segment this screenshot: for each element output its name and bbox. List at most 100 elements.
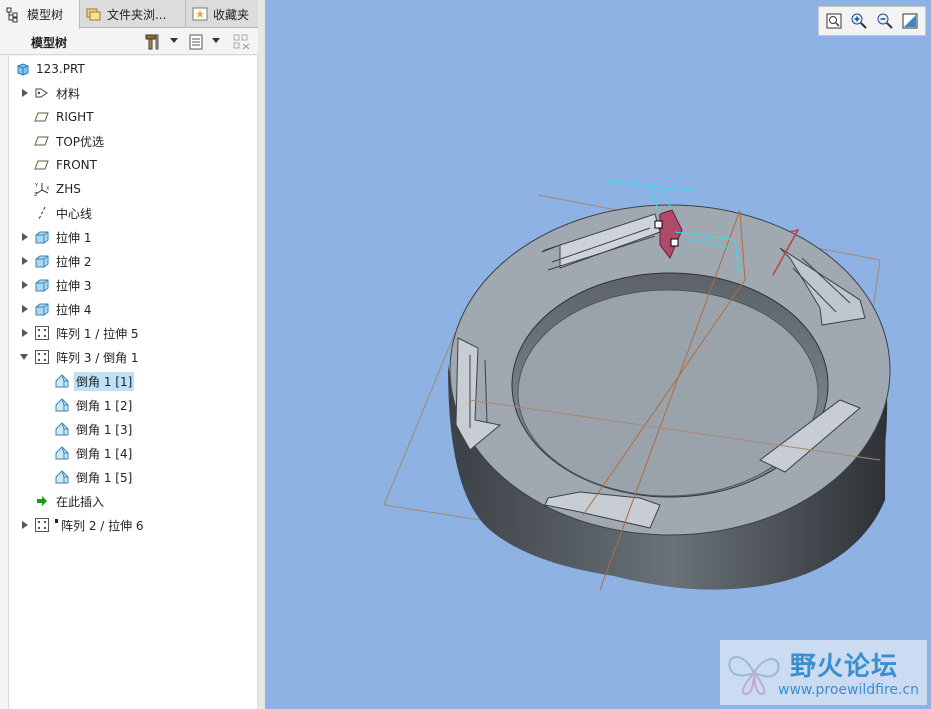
tree-item-chamfer-1-3[interactable]: 倒角 1 [3] (9, 418, 257, 440)
material-icon (35, 88, 48, 98)
repaint-button[interactable] (900, 10, 922, 32)
chamfer-icon (55, 446, 69, 460)
butterfly-logo-icon (728, 656, 780, 696)
tree-item-pattern-2[interactable]: 阵列 2 / 拉伸 6 (9, 514, 257, 536)
settings-caret-icon[interactable] (170, 38, 178, 43)
model-tree-panel: 模型树 文件夹浏... 收藏夹 模型树 123.PRT 材料 RIGHT TOP… (0, 0, 265, 709)
tree-item-right[interactable]: RIGHT (9, 106, 257, 128)
filter-button[interactable] (231, 31, 253, 53)
view-toolbar (818, 6, 926, 36)
drag-handle[interactable] (654, 220, 663, 229)
tree-item-label: RIGHT (56, 110, 94, 124)
tree-item-pattern-3[interactable]: 阵列 3 / 倒角 1 (9, 346, 257, 368)
chamfer-icon (55, 374, 69, 388)
tree-item-chamfer-1-4[interactable]: 倒角 1 [4] (9, 442, 257, 464)
part-icon (17, 63, 29, 76)
tree-item-extrude-1[interactable]: 拉伸 1 (9, 226, 257, 248)
tree-item-label: TOP优选 (56, 134, 105, 149)
panel-splitter[interactable] (258, 0, 265, 709)
expand-icon[interactable] (22, 233, 28, 241)
tree-item-label: 阵列 3 / 倒角 1 (56, 350, 139, 365)
expand-icon[interactable] (22, 305, 28, 313)
tree-item-extrude-3[interactable]: 拉伸 3 (9, 274, 257, 296)
pattern-icon (35, 326, 49, 340)
coordinate-system-icon: Y X Z (34, 183, 50, 197)
zoom-out-button[interactable] (874, 10, 896, 32)
tree-item-label: 拉伸 3 (56, 278, 92, 293)
tree-item-part[interactable]: 123.PRT (9, 58, 257, 80)
tab-favorites[interactable]: 收藏夹 (186, 0, 262, 28)
extrude-icon (35, 279, 49, 292)
tree-item-label: 拉伸 2 (56, 254, 92, 269)
tab-favorites-label: 收藏夹 (213, 7, 250, 22)
model-tree: 123.PRT 材料 RIGHT TOP优选 FRONT Y X Z ZHS 中… (8, 56, 258, 709)
tab-folder-browser[interactable]: 文件夹浏... (80, 0, 186, 28)
expand-icon[interactable] (22, 89, 28, 97)
tab-model-tree-label: 模型树 (27, 8, 64, 22)
svg-text:X: X (46, 186, 50, 192)
zoom-out-icon (877, 13, 893, 29)
expand-icon[interactable] (22, 329, 28, 337)
svg-text:Y: Y (34, 183, 39, 189)
tree-item-material[interactable]: 材料 (9, 82, 257, 104)
model-tree-toolbar: 模型树 (0, 29, 265, 55)
tree-item-label: 拉伸 4 (56, 302, 92, 317)
show-caret-icon[interactable] (212, 38, 220, 43)
zoom-fit-button[interactable] (823, 10, 845, 32)
tab-model-tree[interactable]: 模型树 (0, 0, 80, 29)
zoom-in-button[interactable] (849, 10, 871, 32)
tree-item-label: ZHS (56, 182, 81, 196)
tree-item-label: FRONT (56, 158, 97, 172)
show-button[interactable] (185, 31, 207, 53)
tree-item-label: 中心线 (56, 206, 93, 221)
suppressed-marker-icon (55, 519, 58, 523)
extrude-icon (35, 303, 49, 316)
graphics-viewport[interactable] (265, 0, 931, 709)
tree-item-centerline[interactable]: 中心线 (9, 202, 257, 224)
chamfer-icon (55, 422, 69, 436)
settings-button[interactable] (142, 31, 164, 53)
drag-handle[interactable] (670, 238, 679, 247)
extrude-icon (35, 255, 49, 268)
chamfer-icon (55, 398, 69, 412)
tree-item-label: 倒角 1 [5] (76, 470, 133, 485)
tools-icon (145, 34, 159, 50)
tree-item-pattern-1[interactable]: 阵列 1 / 拉伸 5 (9, 322, 257, 344)
tree-item-zhs[interactable]: Y X Z ZHS (9, 178, 257, 200)
list-icon (189, 34, 203, 50)
collapse-icon[interactable] (20, 354, 28, 360)
tree-item-chamfer-1-5[interactable]: 倒角 1 [5] (9, 466, 257, 488)
pattern-icon (35, 350, 49, 364)
tree-item-insert-here[interactable]: 在此插入 (9, 490, 257, 512)
tree-item-chamfer-1-1[interactable]: 倒角 1 [1] (9, 370, 257, 392)
insert-here-icon (37, 496, 47, 506)
tree-filter-icon (233, 34, 250, 50)
tree-item-label: 倒角 1 [1] (74, 371, 135, 391)
expand-icon[interactable] (22, 521, 28, 529)
tree-item-extrude-4[interactable]: 拉伸 4 (9, 298, 257, 320)
tree-item-label: 拉伸 1 (56, 230, 92, 245)
tree-item-extrude-2[interactable]: 拉伸 2 (9, 250, 257, 272)
tree-item-label: 材料 (56, 86, 81, 101)
zoom-fit-icon (826, 13, 842, 29)
expand-icon[interactable] (22, 281, 28, 289)
model-tree-icon (6, 7, 18, 22)
pattern-icon (35, 518, 49, 532)
datum-plane-icon (34, 160, 49, 170)
watermark-title: 野火论坛 (790, 652, 899, 682)
tree-item-chamfer-1-2[interactable]: 倒角 1 [2] (9, 394, 257, 416)
tree-item-top[interactable]: TOP优选 (9, 130, 257, 152)
chamfer-icon (55, 470, 69, 484)
svg-text:Z: Z (34, 192, 38, 197)
model-tree-title: 模型树 (31, 36, 68, 50)
panel-tabs: 模型树 文件夹浏... 收藏夹 (0, 0, 265, 29)
tree-item-front[interactable]: FRONT (9, 154, 257, 176)
datum-axis-icon (38, 206, 46, 220)
tree-item-label: 阵列 2 / 拉伸 6 (61, 518, 144, 533)
tree-item-label: 倒角 1 [2] (76, 398, 133, 413)
watermark-url: www.proewildfire.cn (778, 682, 920, 698)
zoom-in-icon (851, 13, 867, 29)
datum-plane-icon (34, 136, 49, 146)
tree-item-label: 倒角 1 [3] (76, 422, 133, 437)
expand-icon[interactable] (22, 257, 28, 265)
